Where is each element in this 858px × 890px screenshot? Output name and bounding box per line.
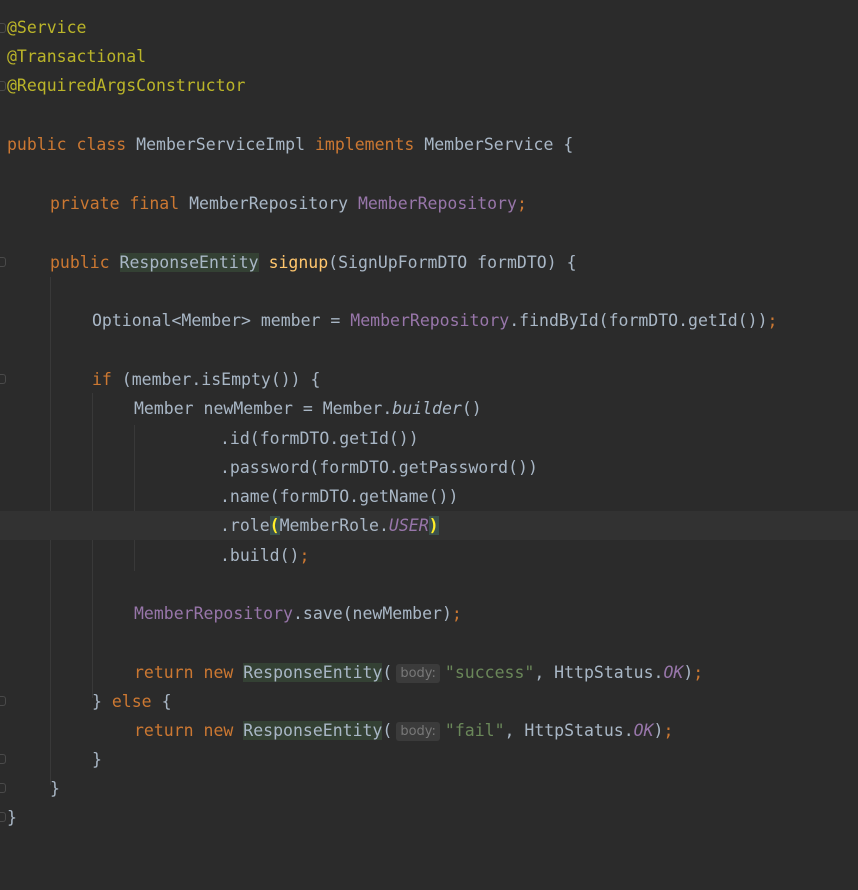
repository-field: MemberRepository — [350, 311, 510, 330]
keyword-if: if — [92, 370, 112, 389]
required-args-annotation: @RequiredArgsConstructor — [7, 76, 246, 95]
keyword-return: return — [134, 721, 194, 740]
close-paren: ) — [653, 721, 664, 740]
code-line[interactable]: Member newMember = Member.builder() — [0, 394, 858, 423]
keyword-final: final — [129, 194, 180, 213]
build-call: .build() — [220, 546, 300, 565]
code-line[interactable]: @Transactional — [0, 42, 858, 71]
response-entity-ctor: ResponseEntity — [243, 721, 383, 740]
code-line[interactable]: public class MemberServiceImpl implement… — [0, 130, 858, 159]
close-paren: ) — [683, 663, 694, 682]
close-brace: } — [50, 779, 60, 798]
id-call: .id(formDTO.getId()) — [220, 429, 419, 448]
success-string: "success" — [444, 663, 535, 682]
semicolon: ; — [516, 194, 527, 213]
field-type: MemberRepository — [189, 194, 349, 213]
fail-string: "fail" — [444, 721, 505, 740]
method-params: (SignUpFormDTO formDTO) { — [328, 253, 577, 272]
code-editor[interactable]: @Service @Transactional @RequiredArgsCon… — [0, 0, 858, 838]
transactional-annotation: @Transactional — [7, 47, 147, 66]
builder-call: builder — [392, 399, 462, 418]
service-annotation: @Service — [7, 18, 87, 37]
parameter-hint-body: body: — [396, 722, 440, 741]
if-condition: (member.isEmpty()) { — [111, 370, 321, 389]
return-type: ResponseEntity — [119, 253, 259, 272]
repository-field: MemberRepository — [134, 604, 293, 623]
matched-paren-open: ( — [269, 516, 280, 535]
keyword-public: public — [50, 253, 110, 272]
code-line[interactable]: return new ResponseEntity(body: "success"… — [0, 658, 858, 687]
parameter-hint-body: body: — [396, 664, 440, 683]
ok-constant: OK — [663, 663, 684, 682]
code-line[interactable]: @RequiredArgsConstructor — [0, 71, 858, 100]
keyword-return: return — [134, 663, 194, 682]
code-line[interactable]: } else { — [0, 687, 858, 716]
code-line[interactable]: @Service — [0, 13, 858, 42]
role-call: .role — [220, 516, 270, 535]
keyword-new: new — [203, 721, 234, 740]
keyword-new: new — [203, 663, 234, 682]
method-name-signup: signup — [268, 253, 329, 272]
open-paren: ( — [382, 663, 393, 682]
save-call: .save(newMember) — [292, 604, 452, 623]
code-line[interactable]: public ResponseEntity signup(SignUpFormD… — [0, 248, 858, 277]
optional-declaration: Optional<Member> member = — [92, 311, 351, 330]
code-line[interactable]: Optional<Member> member = MemberReposito… — [0, 306, 858, 335]
repository-field: MemberRepository — [357, 194, 517, 213]
code-line[interactable]: } — [0, 803, 858, 832]
code-line[interactable]: return new ResponseEntity(body: "fail", H… — [0, 716, 858, 745]
code-line[interactable]: .build(); — [0, 541, 858, 570]
current-code-line[interactable]: .role(MemberRole.USER) — [0, 511, 858, 540]
keyword-class: class — [76, 135, 127, 154]
class-name: MemberServiceImpl — [136, 135, 306, 154]
http-status-ref: , HttpStatus. — [504, 721, 634, 740]
open-brace: { — [563, 135, 574, 154]
code-line[interactable]: if (member.isEmpty()) { — [0, 365, 858, 394]
member-role-class: MemberRole. — [279, 516, 389, 535]
close-brace: } — [92, 750, 102, 769]
open-brace: { — [161, 692, 172, 711]
http-status-ref: , HttpStatus. — [534, 663, 664, 682]
response-entity-ctor: ResponseEntity — [243, 663, 383, 682]
name-call: .name(formDTO.getName()) — [220, 487, 459, 506]
close-brace: } — [92, 692, 102, 711]
find-by-id-call: .findById(formDTO.getId()) — [509, 311, 768, 330]
code-line[interactable]: } — [0, 745, 858, 774]
semicolon: ; — [767, 311, 778, 330]
ok-constant: OK — [633, 721, 654, 740]
code-line[interactable]: } — [0, 774, 858, 803]
code-line[interactable]: MemberRepository.save(newMember); — [0, 599, 858, 628]
builder-parens: () — [461, 399, 482, 418]
close-brace: } — [7, 808, 17, 827]
semicolon: ; — [299, 546, 310, 565]
code-line[interactable]: .id(formDTO.getId()) — [0, 424, 858, 453]
keyword-implements: implements — [314, 135, 415, 154]
keyword-private: private — [50, 194, 120, 213]
new-member-declaration: Member newMember = Member. — [134, 399, 393, 418]
code-line[interactable]: .password(formDTO.getPassword()) — [0, 453, 858, 482]
keyword-else: else — [111, 692, 152, 711]
interface-name: MemberService — [424, 135, 554, 154]
semicolon: ; — [693, 663, 704, 682]
keyword-public: public — [7, 135, 67, 154]
semicolon: ; — [451, 604, 462, 623]
code-line[interactable]: .name(formDTO.getName()) — [0, 482, 858, 511]
semicolon: ; — [663, 721, 674, 740]
open-paren: ( — [382, 721, 393, 740]
matched-paren-close: ) — [428, 516, 439, 535]
code-line[interactable]: private final MemberRepository MemberRep… — [0, 189, 858, 218]
password-call: .password(formDTO.getPassword()) — [220, 458, 538, 477]
user-constant: USER — [388, 516, 429, 535]
